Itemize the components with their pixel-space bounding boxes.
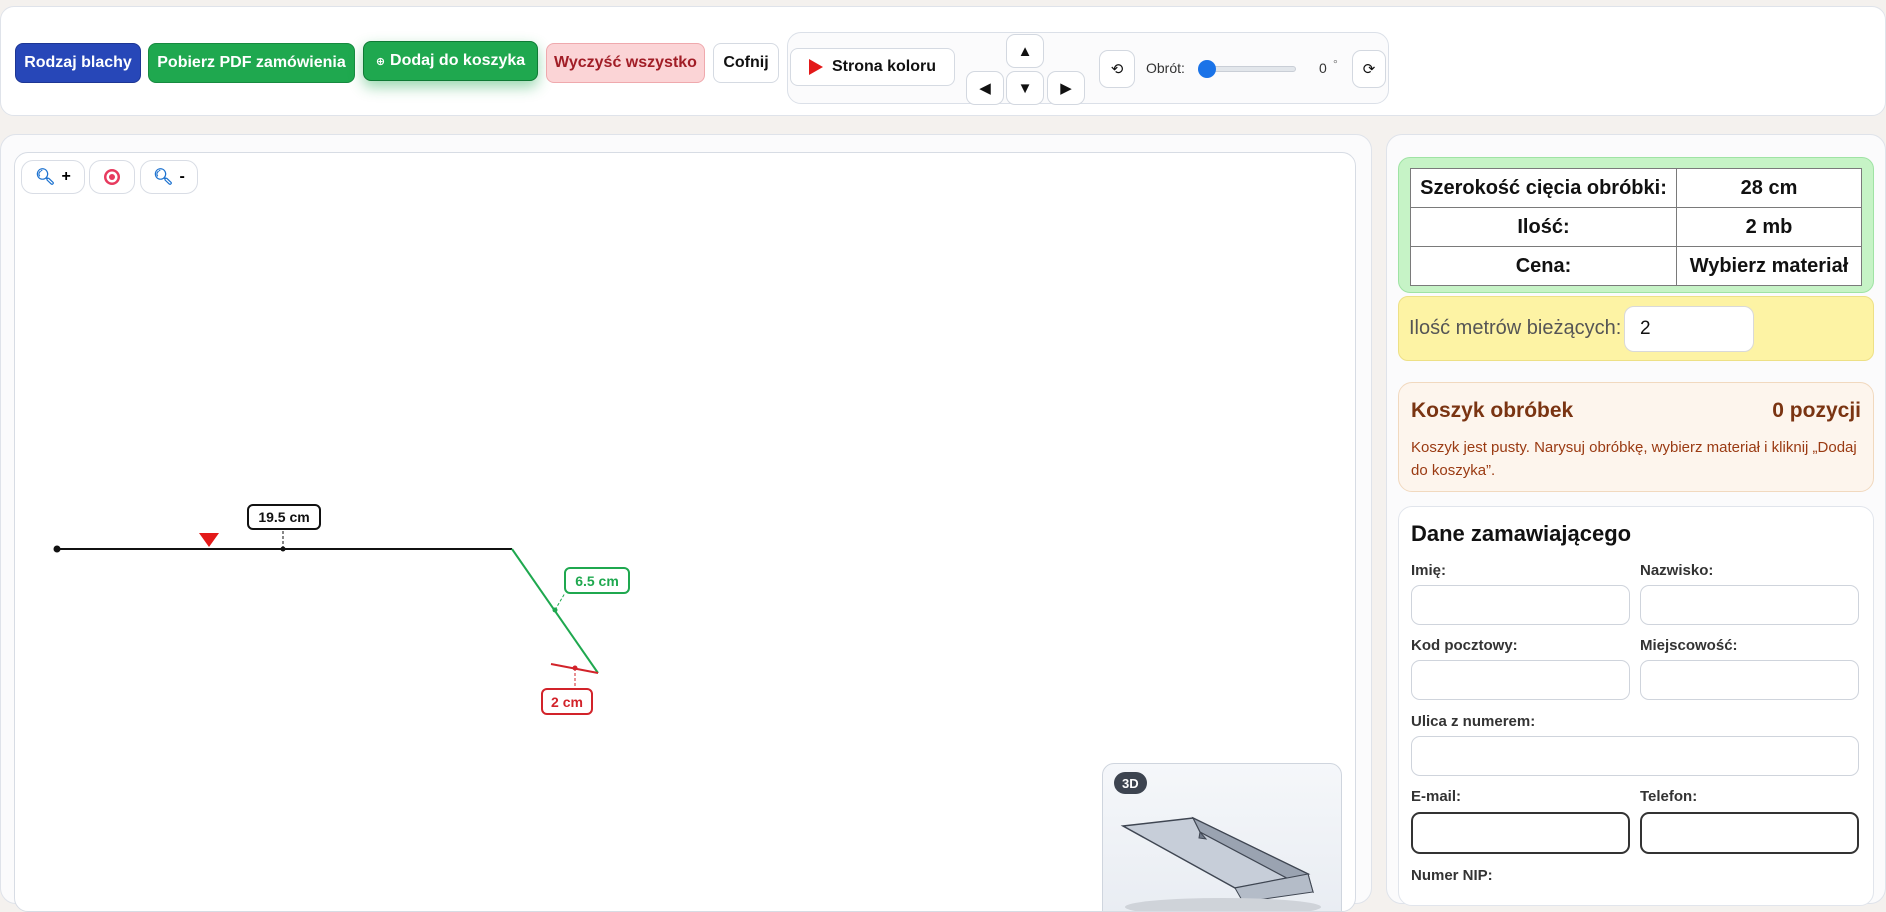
segment-3-label[interactable]: 2 cm — [541, 688, 593, 715]
cut-width-label: Szerokość cięcia obróbki: — [1410, 168, 1677, 208]
phone-field[interactable] — [1640, 812, 1859, 854]
move-right-button[interactable]: ▶ — [1047, 71, 1085, 105]
move-left-button[interactable]: ◀ — [966, 71, 1004, 105]
move-up-button[interactable]: ▲ — [1006, 34, 1044, 68]
arrow-up-icon: ▲ — [1017, 42, 1033, 60]
add-to-cart-label: Dodaj do koszyka — [390, 52, 526, 69]
email-label: E-mail: — [1411, 788, 1462, 805]
customer-form: Dane zamawiającego Imię: Nazwisko: Kod p… — [1398, 506, 1874, 906]
start-point[interactable] — [53, 545, 61, 553]
color-side-marker-icon — [199, 533, 219, 547]
segment-2-label[interactable]: 6.5 cm — [564, 567, 630, 594]
city-label: Miejscowość: — [1640, 637, 1738, 654]
color-side-button[interactable]: Strona koloru — [790, 48, 955, 86]
rotation-slider[interactable] — [1198, 60, 1296, 78]
postal-code-label: Kod pocztowy: — [1411, 637, 1518, 654]
rotate-cw-icon: ⟳ — [1362, 61, 1376, 78]
rotation-label: Obrót: — [1146, 60, 1185, 76]
first-name-label: Imię: — [1411, 562, 1447, 579]
city-field[interactable] — [1640, 660, 1859, 700]
plus-circle-icon: ⊕ — [375, 55, 386, 68]
rotation-value: 0 — [1319, 60, 1327, 76]
color-side-label: Strona koloru — [831, 58, 936, 75]
download-pdf-button[interactable]: Pobierz PDF zamówienia — [148, 43, 355, 83]
clear-all-button[interactable]: Wyczyść wszystko — [546, 43, 705, 83]
transform-tools: Strona koloru ▲ ◀ ▼ ▶ ⟲ Obrót: 0 ° ⟳ — [787, 32, 1389, 105]
last-name-label: Nazwisko: — [1640, 562, 1714, 579]
street-field[interactable] — [1411, 736, 1859, 776]
phone-label: Telefon: — [1640, 788, 1698, 805]
rotation-unit: ° — [1333, 57, 1338, 71]
cart-empty-text: Koszyk jest pusty. Narysuj obróbkę, wybi… — [1411, 439, 1857, 479]
cart-title: Koszyk obróbek — [1411, 399, 1574, 422]
drawing-canvas[interactable]: 🔍︎ + 🔍︎ - 19.5 cm 6.5 cm 2 cm 3D — [14, 152, 1356, 912]
meters-input[interactable] — [1624, 306, 1754, 352]
table-row: Ilość: 2 mb — [1410, 207, 1862, 247]
rotate-ccw-icon: ⟲ — [1110, 61, 1124, 78]
rotate-left-button[interactable]: ⟲ — [1099, 50, 1135, 88]
table-row: Szerokość cięcia obróbki: 28 cm — [1410, 168, 1862, 208]
slider-thumb[interactable] — [1198, 60, 1216, 78]
spec-table: Szerokość cięcia obróbki: 28 cm Ilość: 2… — [1410, 168, 1862, 286]
nip-label: Numer NIP: — [1411, 867, 1493, 884]
price-label: Cena: — [1410, 246, 1677, 286]
play-icon — [808, 59, 823, 75]
move-down-button[interactable]: ▼ — [1006, 71, 1044, 105]
arrow-right-icon: ▶ — [1060, 80, 1072, 97]
cart-count: 0 pozycji — [1772, 399, 1861, 422]
form-title: Dane zamawiającego — [1411, 521, 1632, 546]
cart-panel: Koszyk obróbek 0 pozycji Koszyk jest pus… — [1398, 382, 1874, 492]
rotate-right-button[interactable]: ⟳ — [1352, 50, 1386, 88]
quantity-label: Ilość: — [1410, 207, 1677, 247]
spec-summary: Szerokość cięcia obróbki: 28 cm Ilość: 2… — [1398, 157, 1874, 293]
top-toolbar: Rodzaj blachy Pobierz PDF zamówienia ⊕ D… — [0, 6, 1886, 116]
table-row: Cena: Wybierz materiał — [1410, 246, 1862, 286]
email-field[interactable] — [1411, 812, 1630, 854]
price-value: Wybierz materiał — [1676, 246, 1862, 286]
sheet-type-button[interactable]: Rodzaj blachy — [15, 43, 141, 83]
postal-code-field[interactable] — [1411, 660, 1630, 700]
last-name-field[interactable] — [1640, 585, 1859, 625]
meters-box: Ilość metrów bieżących: — [1398, 296, 1874, 361]
3d-preview-panel[interactable]: 3D — [1102, 763, 1342, 911]
cut-width-value: 28 cm — [1676, 168, 1862, 208]
street-label: Ulica z numerem: — [1411, 713, 1536, 730]
3d-model-view — [1120, 816, 1321, 911]
undo-button[interactable]: Cofnij — [713, 43, 779, 83]
arrow-down-icon: ▼ — [1017, 79, 1033, 97]
segment-2-leader — [554, 592, 566, 611]
meters-label: Ilość metrów bieżących: — [1409, 317, 1622, 339]
add-to-cart-button[interactable]: ⊕ Dodaj do koszyka — [363, 41, 538, 81]
quantity-value: 2 mb — [1676, 207, 1862, 247]
first-name-field[interactable] — [1411, 585, 1630, 625]
arrow-left-icon: ◀ — [979, 80, 991, 97]
segment-1-label[interactable]: 19.5 cm — [247, 504, 321, 530]
